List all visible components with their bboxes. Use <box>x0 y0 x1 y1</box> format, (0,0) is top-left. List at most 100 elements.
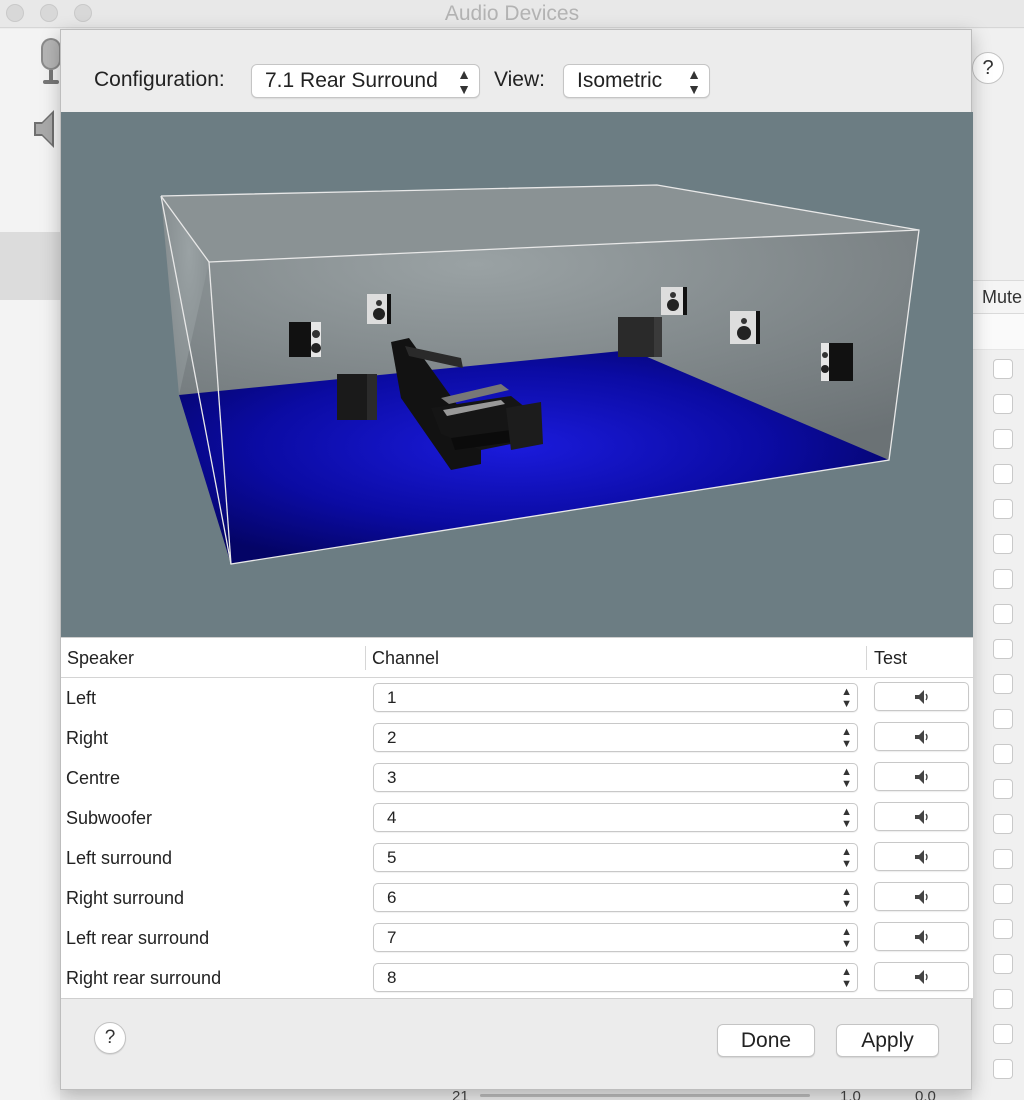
speaker-left-rear <box>289 322 321 357</box>
updown-chevron-icon: ▲ ▼ <box>687 66 701 97</box>
test-speaker-button[interactable] <box>874 682 969 711</box>
channel-select[interactable]: 5 ▲ ▼ <box>373 843 858 872</box>
background-help-button[interactable]: ? <box>972 52 1004 84</box>
help-button[interactable]: ? <box>94 1022 126 1054</box>
speaker-channel-table: Speaker Channel Test Left 1 ▲ ▼ Right 2 ▲… <box>61 637 973 999</box>
updown-chevron-icon: ▲ ▼ <box>457 66 471 97</box>
mute-checkbox[interactable] <box>993 709 1013 729</box>
selected-device-row[interactable] <box>0 232 60 300</box>
test-column-header[interactable]: Test <box>868 638 968 678</box>
mute-checkbox[interactable] <box>993 744 1013 764</box>
channel-value: 3 <box>387 768 397 787</box>
channel-select[interactable]: 2 ▲ ▼ <box>373 723 858 752</box>
speaker-icon <box>915 890 928 904</box>
table-row[interactable]: Left 1 ▲ ▼ <box>61 678 973 718</box>
test-speaker-button[interactable] <box>874 882 969 911</box>
channel-select[interactable]: 6 ▲ ▼ <box>373 883 858 912</box>
channel-value: 1 <box>387 688 397 707</box>
view-value: Isometric <box>577 69 663 92</box>
mute-checkbox[interactable] <box>993 464 1013 484</box>
speaker-icon <box>915 770 928 784</box>
channel-value: 4 <box>387 808 397 827</box>
updown-chevron-icon: ▲ ▼ <box>841 726 852 750</box>
updown-chevron-icon: ▲ ▼ <box>841 806 852 830</box>
speaker-name: Subwoofer <box>66 808 153 828</box>
channel-select[interactable]: 4 ▲ ▼ <box>373 803 858 832</box>
speaker-name: Left <box>66 688 97 708</box>
mute-checkbox[interactable] <box>993 429 1013 449</box>
volume-slider[interactable] <box>480 1094 810 1097</box>
done-button[interactable]: Done <box>717 1024 815 1057</box>
mute-checkbox[interactable] <box>993 534 1013 554</box>
channel-column-header[interactable]: Channel <box>366 638 866 678</box>
test-speaker-button[interactable] <box>874 842 969 871</box>
speaker-left-surround <box>367 294 391 324</box>
speaker-column-header[interactable]: Speaker <box>61 638 365 678</box>
speaker-name: Left surround <box>66 848 173 868</box>
table-row[interactable]: Right 2 ▲ ▼ <box>61 718 973 758</box>
speaker-icon <box>915 850 928 864</box>
speaker-right <box>730 311 760 344</box>
mute-checkbox[interactable] <box>993 359 1013 379</box>
view-popup[interactable]: Isometric ▲ ▼ <box>563 64 710 98</box>
speaker-icon <box>915 970 928 984</box>
mute-checkbox[interactable] <box>993 639 1013 659</box>
test-speaker-button[interactable] <box>874 762 969 791</box>
channel-value: 6 <box>387 888 397 907</box>
speaker-name: Right surround <box>66 888 185 908</box>
room-3d-viewport[interactable] <box>61 112 973 637</box>
speaker-subwoofer <box>618 317 662 357</box>
speaker-icon <box>915 730 928 744</box>
view-label: View: <box>494 68 545 91</box>
table-row[interactable]: Subwoofer 4 ▲ ▼ <box>61 798 973 838</box>
mute-checkbox[interactable] <box>993 499 1013 519</box>
mute-checkbox[interactable] <box>993 954 1013 974</box>
test-speaker-button[interactable] <box>874 922 969 951</box>
mute-checkbox[interactable] <box>993 849 1013 869</box>
background-right-panel <box>972 29 1024 1100</box>
mute-checkbox[interactable] <box>993 884 1013 904</box>
channel-select[interactable]: 3 ▲ ▼ <box>373 763 858 792</box>
channel-select[interactable]: 1 ▲ ▼ <box>373 683 858 712</box>
channel-select[interactable]: 7 ▲ ▼ <box>373 923 858 952</box>
configuration-label: Configuration: <box>94 68 225 91</box>
column-divider <box>866 646 867 670</box>
mute-checkbox[interactable] <box>993 569 1013 589</box>
mute-checkbox[interactable] <box>993 1024 1013 1044</box>
table-row[interactable]: Right rear surround 8 ▲ ▼ <box>61 958 973 998</box>
test-speaker-button[interactable] <box>874 722 969 751</box>
mute-checkbox[interactable] <box>993 989 1013 1009</box>
speaker-name: Centre <box>66 768 121 788</box>
speaker-name: Left rear surround <box>66 928 210 948</box>
mute-checkbox[interactable] <box>993 674 1013 694</box>
speaker-configuration-sheet: Configuration: 7.1 Rear Surround ▲ ▼ View… <box>60 29 973 1090</box>
table-row[interactable]: Left rear surround 7 ▲ ▼ <box>61 918 973 958</box>
speaker-right-rear <box>821 343 853 381</box>
mute-checkbox[interactable] <box>993 919 1013 939</box>
test-speaker-button[interactable] <box>874 802 969 831</box>
updown-chevron-icon: ▲ ▼ <box>841 766 852 790</box>
mute-checkbox[interactable] <box>993 779 1013 799</box>
mute-checkbox[interactable] <box>993 604 1013 624</box>
speaker-device-icon <box>34 110 54 148</box>
table-row[interactable]: Right surround 6 ▲ ▼ <box>61 878 973 918</box>
updown-chevron-icon: ▲ ▼ <box>841 686 852 710</box>
configuration-popup[interactable]: 7.1 Rear Surround ▲ ▼ <box>251 64 480 98</box>
table-row[interactable]: Left surround 5 ▲ ▼ <box>61 838 973 878</box>
updown-chevron-icon: ▲ ▼ <box>841 926 852 950</box>
speaker-icon <box>915 810 928 824</box>
channel-select[interactable]: 8 ▲ ▼ <box>373 963 858 992</box>
test-speaker-button[interactable] <box>874 962 969 991</box>
window-title: Audio Devices <box>444 2 580 25</box>
mute-checkbox[interactable] <box>993 814 1013 834</box>
apply-button[interactable]: Apply <box>836 1024 939 1057</box>
mute-checkbox[interactable] <box>993 1059 1013 1079</box>
updown-chevron-icon: ▲ ▼ <box>841 846 852 870</box>
microphone-icon <box>41 38 61 84</box>
table-header: Speaker Channel Test <box>61 638 973 678</box>
room-scene <box>160 184 920 565</box>
mute-checkbox[interactable] <box>993 394 1013 414</box>
speaker-name: Right <box>66 728 109 748</box>
updown-chevron-icon: ▲ ▼ <box>841 966 852 990</box>
table-row[interactable]: Centre 3 ▲ ▼ <box>61 758 973 798</box>
